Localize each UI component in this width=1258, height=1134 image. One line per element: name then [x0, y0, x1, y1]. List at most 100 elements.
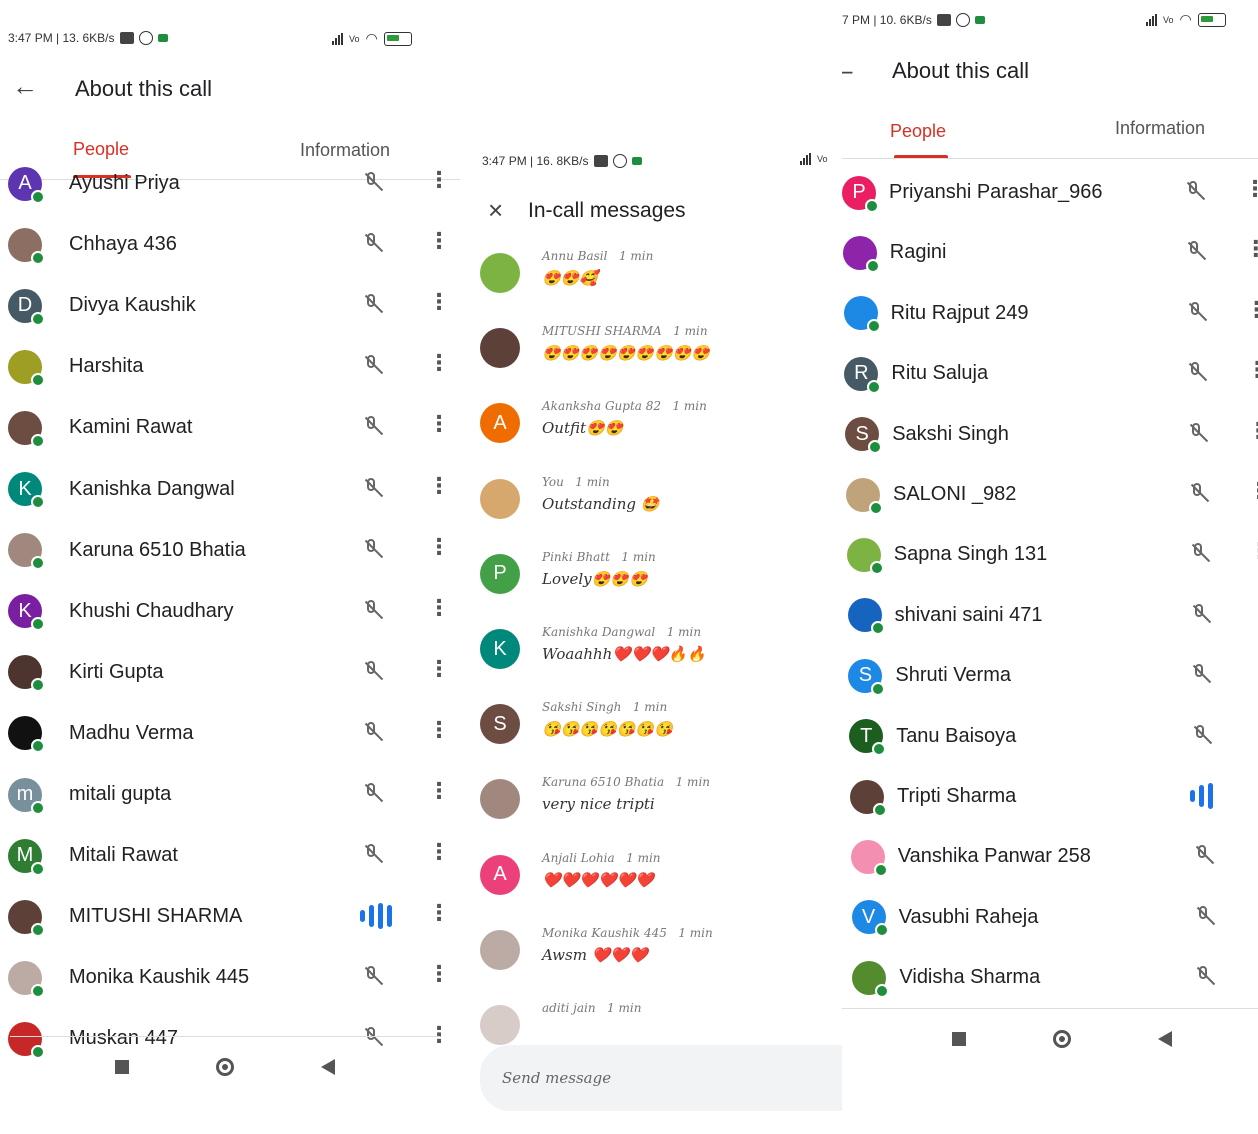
participant-row[interactable]: V Vasubhi Raheja ⋮	[851, 887, 1258, 948]
more-options-icon[interactable]: ⋮	[428, 839, 450, 865]
participant-row[interactable]: A Ayushi Priya ⋮	[8, 153, 453, 214]
participant-row[interactable]: S Sakshi Singh ⋮	[845, 404, 1258, 465]
message-author: Anjali Lohia	[542, 850, 615, 865]
more-options-icon[interactable]: ⋮	[1251, 720, 1258, 746]
participant-row[interactable]: shivani saini 471 ⋮	[847, 585, 1258, 646]
message-meta: Annu Basil 1 min	[542, 249, 653, 263]
recents-button[interactable]	[115, 1060, 130, 1074]
home-button[interactable]	[215, 1058, 234, 1076]
participant-row[interactable]: K Kanishka Dangwal ⋮	[8, 459, 453, 520]
participant-row[interactable]: MITUSHI SHARMA ⋮	[8, 886, 453, 947]
message-author: Monika Kaushik 445	[542, 925, 667, 940]
message-time: 1 min	[675, 775, 711, 790]
avatar: S	[480, 704, 520, 745]
participant-row[interactable]: P Priyanshi Parashar_966 ⋮	[842, 162, 1258, 223]
participant-row[interactable]: Ritu Rajput 249 ⋮	[843, 283, 1258, 344]
chat-message: A Anjali Lohia 1 min ❤️❤️❤️❤️❤️❤️	[480, 845, 661, 920]
more-options-icon[interactable]: ⋮	[428, 350, 450, 376]
participant-row[interactable]: K Khushi Chaudhary ⋮	[8, 581, 453, 642]
participant-row[interactable]: Karuna 6510 Bhatia ⋮	[8, 520, 453, 581]
nav-back-button[interactable]	[1158, 1031, 1173, 1047]
avatar	[8, 1021, 45, 1059]
chat-message: You 1 min Outstanding 🤩	[480, 469, 659, 544]
online-status-dot	[867, 379, 882, 394]
participant-row[interactable]: Kirti Gupta ⋮	[8, 642, 453, 703]
participant-row[interactable]: Sapna Singh 131 ⋮	[846, 524, 1258, 585]
participant-row[interactable]: m mitali gupta ⋮	[8, 764, 453, 825]
more-options-icon[interactable]: ⋮	[428, 167, 450, 193]
more-options-icon[interactable]: ⋮	[1248, 478, 1258, 504]
more-options-icon[interactable]: ⋮	[1253, 840, 1258, 866]
more-options-icon[interactable]: ⋮	[1244, 176, 1258, 202]
participant-row[interactable]: S Shruti Verma ⋮	[848, 645, 1258, 706]
more-options-icon[interactable]: ⋮	[428, 717, 450, 743]
participant-row[interactable]: Harshita ⋮	[8, 336, 453, 397]
participant-row[interactable]: Vanshika Panwar 258 ⋮	[850, 826, 1258, 887]
online-status-dot	[31, 556, 45, 571]
status-bar: 3:47 PM | 16. 8KB/s	[482, 150, 642, 172]
participant-row[interactable]: T Tanu Baisoya ⋮	[849, 706, 1258, 767]
more-options-icon[interactable]: ⋮	[1252, 780, 1258, 806]
nav-back-button[interactable]	[320, 1059, 335, 1075]
participant-row[interactable]: Tripti Sharma ⋮	[850, 766, 1258, 827]
more-options-icon[interactable]: ⋮	[1247, 418, 1258, 444]
more-options-icon[interactable]: ⋮	[1254, 961, 1258, 987]
online-status-dot	[31, 372, 45, 387]
tab-information[interactable]: Information	[1115, 118, 1205, 139]
recents-button[interactable]	[951, 1032, 966, 1046]
online-status-dot	[865, 258, 880, 273]
status-time: 3:47 PM | 16. 8KB/s	[482, 154, 589, 168]
participant-name: Ayushi Priya	[69, 172, 180, 194]
more-options-icon[interactable]: ⋮	[1245, 236, 1258, 262]
participant-row[interactable]: D Divya Kaushik ⋮	[8, 275, 453, 336]
more-options-icon[interactable]: ⋮	[1254, 901, 1258, 927]
participant-row[interactable]: R Ritu Saluja ⋮	[844, 343, 1258, 404]
participant-row[interactable]: Vidisha Sharma ⋮	[852, 947, 1258, 1008]
participant-row[interactable]: Monika Kaushik 445 ⋮	[8, 947, 453, 1008]
tab-people[interactable]: People	[890, 121, 946, 142]
back-arrow-icon[interactable]: ←	[12, 71, 38, 102]
more-options-icon[interactable]: ⋮	[1250, 599, 1258, 625]
participant-row[interactable]: M Mitali Rawat ⋮	[8, 825, 453, 886]
mic-off-icon	[1185, 421, 1207, 450]
more-options-icon[interactable]: ⋮	[428, 778, 450, 804]
more-options-icon[interactable]: ⋮	[428, 289, 450, 315]
send-message-input[interactable]: Send message	[480, 1045, 842, 1111]
avatar-initial: K	[18, 477, 32, 500]
avatar: P	[480, 553, 520, 594]
mic-off-icon	[360, 720, 382, 749]
participant-row[interactable]: Kamini Rawat ⋮	[8, 397, 453, 458]
participant-row[interactable]: Chhaya 436 ⋮	[8, 214, 453, 275]
avatar	[846, 477, 883, 515]
mic-off-icon	[360, 964, 382, 993]
tab-divider	[842, 158, 1258, 159]
more-options-icon[interactable]: ⋮	[428, 900, 450, 926]
avatar: m	[8, 777, 45, 815]
more-options-icon[interactable]: ⋮	[428, 961, 450, 987]
participant-row[interactable]: Madhu Verma ⋮	[8, 703, 453, 764]
participant-row[interactable]: SALONI _982 ⋮	[846, 464, 1258, 525]
message-meta: MITUSHI SHARMA 1 min	[542, 324, 710, 338]
avatar-initial: S	[493, 712, 507, 735]
more-options-icon[interactable]: ⋮	[1249, 538, 1258, 564]
avatar-initial: K	[18, 599, 32, 622]
avatar	[8, 227, 45, 265]
more-options-icon[interactable]: ⋮	[1246, 297, 1258, 323]
close-icon[interactable]: ×	[488, 195, 503, 226]
message-text: 😘😘😘😘😘😘😘	[542, 720, 673, 739]
more-options-icon[interactable]: ⋮	[428, 534, 450, 560]
back-arrow-icon[interactable]: –	[842, 55, 852, 86]
online-status-dot	[870, 621, 885, 636]
more-options-icon[interactable]: ⋮	[1246, 357, 1258, 383]
participant-row[interactable]: Ragini ⋮	[842, 222, 1258, 283]
mic-off-icon	[360, 353, 382, 382]
online-status-dot	[869, 500, 883, 515]
more-options-icon[interactable]: ⋮	[428, 473, 450, 499]
more-options-icon[interactable]: ⋮	[428, 228, 450, 254]
more-options-icon[interactable]: ⋮	[428, 595, 450, 621]
more-options-icon[interactable]: ⋮	[1250, 659, 1258, 685]
message-time: 1 min	[678, 925, 713, 940]
home-button[interactable]	[1052, 1030, 1071, 1048]
more-options-icon[interactable]: ⋮	[428, 411, 450, 437]
more-options-icon[interactable]: ⋮	[428, 656, 450, 682]
